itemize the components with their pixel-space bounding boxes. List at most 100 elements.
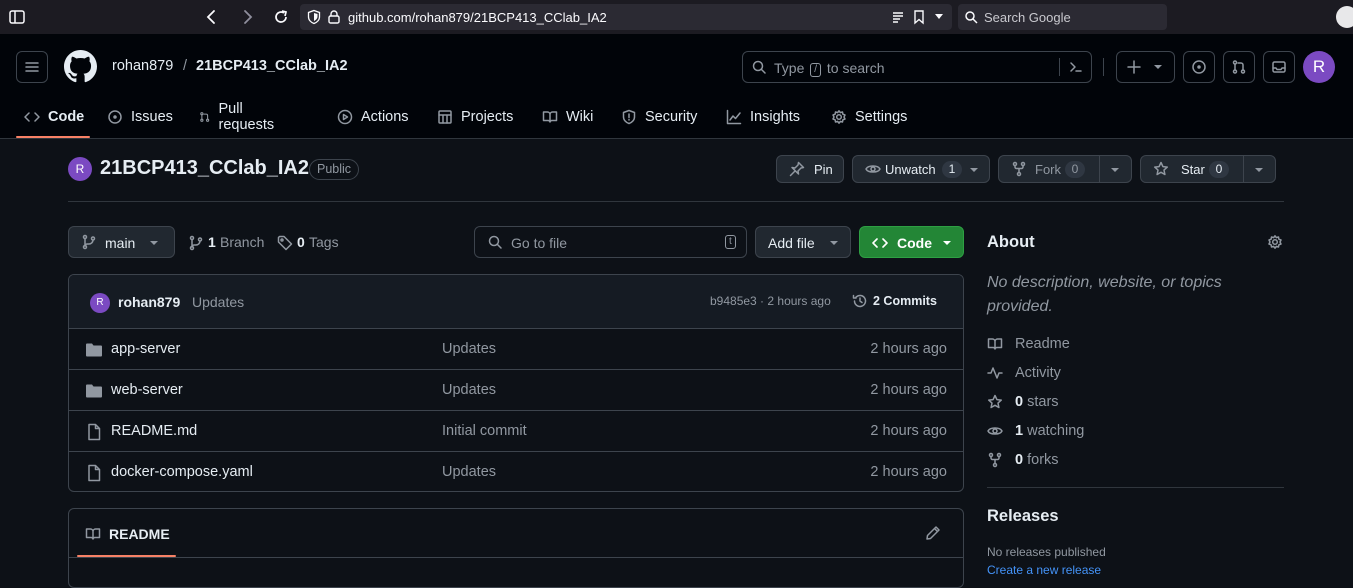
readme-link-label: Readme [1015,336,1070,352]
file-commit-message[interactable]: Updates [442,464,496,480]
repo-owner-avatar[interactable]: R [68,157,92,181]
command-palette-icon[interactable] [1068,59,1084,75]
star-button[interactable]: Star 0 [1140,155,1276,183]
add-file-button[interactable]: Add file [755,226,851,258]
inbox-button[interactable] [1263,51,1295,83]
releases-heading[interactable]: Releases [987,507,1059,526]
branch-selector[interactable]: main [68,226,175,258]
file-row[interactable]: docker-compose.yaml Updates 2 hours ago [69,452,963,491]
github-logo-icon[interactable] [64,50,97,83]
readme-tab-underline [77,555,176,557]
browser-search-box[interactable]: Search Google [958,4,1167,30]
watch-count: 1 [942,161,962,178]
file-icon [88,423,101,441]
tab-wiki[interactable]: Wiki [542,95,593,139]
tab-security-label: Security [645,109,698,125]
file-commit-message[interactable]: Initial commit [442,423,527,439]
dropdown-arrow-icon[interactable] [934,13,944,21]
pull-request-icon [200,112,210,122]
file-name[interactable]: web-server [111,382,183,398]
go-to-file-shortcut: t [725,235,736,249]
forks-count: 0 [1015,452,1024,468]
back-icon[interactable] [203,8,221,26]
no-releases-text: No releases published [987,545,1106,559]
breadcrumb-repo[interactable]: 21BCP413_CClab_IA2 [196,58,348,74]
file-name[interactable]: app-server [111,341,180,357]
file-name[interactable]: README.md [111,423,197,439]
pin-button[interactable]: Pin [776,155,844,183]
tab-settings[interactable]: Settings [831,95,907,139]
file-commit-message[interactable]: Updates [442,382,496,398]
repo-title[interactable]: 21BCP413_CClab_IA2 [100,157,309,180]
watching-text: 1 watching [1015,423,1084,439]
about-description: No description, website, or topics provi… [987,274,1222,315]
active-tab-indicator [16,136,90,138]
pencil-icon[interactable] [925,525,941,541]
unwatch-button[interactable]: Unwatch 1 [852,155,990,183]
create-new-button[interactable] [1116,51,1175,83]
address-bar[interactable]: github.com/rohan879/21BCP413_CClab_IA2 [300,4,952,30]
file-row[interactable]: app-server Updates 2 hours ago [69,329,963,370]
branch-icon [189,235,203,251]
go-to-file-input[interactable]: Go to file t [474,226,747,258]
chevron-down-icon[interactable] [969,167,979,173]
shield-icon[interactable] [306,9,322,25]
file-icon [88,464,101,482]
sidebar-toggle-icon[interactable] [8,8,26,26]
inbox-icon [1272,61,1286,73]
fork-count: 0 [1065,161,1085,178]
create-release-link[interactable]: Create a new release [987,563,1101,577]
chevron-down-icon[interactable] [1254,167,1264,173]
bookmark-icon[interactable] [912,9,926,25]
gear-icon[interactable] [1267,234,1283,250]
table-icon [438,110,452,124]
pin-label: Pin [814,162,833,177]
file-time: 2 hours ago [870,423,947,439]
book-icon [987,338,1003,350]
readme-tab[interactable]: README [77,509,176,558]
tab-actions[interactable]: Actions [337,95,409,139]
tab-pull-requests[interactable]: Pull requests [199,95,279,139]
browser-profile-avatar[interactable] [1336,6,1353,28]
user-avatar[interactable]: R [1303,51,1335,83]
issues-button[interactable] [1183,51,1215,83]
tab-insights[interactable]: Insights [726,95,800,139]
pull-requests-button[interactable] [1223,51,1255,83]
tab-issues[interactable]: Issues [107,95,173,139]
sidebar-divider [987,487,1284,488]
lock-icon[interactable] [326,9,342,25]
pin-icon [789,161,805,177]
reload-icon[interactable] [272,8,290,26]
forks-text: 0 forks [1015,452,1059,468]
visibility-badge: Public [309,159,360,180]
commits-count-label: 2 Commits [873,294,937,308]
github-header: rohan879 / 21BCP413_CClab_IA2 Type / to … [0,34,1353,139]
star-label: Star [1181,162,1205,177]
fork-label: Fork [1035,162,1061,177]
shield-icon [622,109,636,125]
readme-header: README [69,509,963,558]
tab-security[interactable]: Security [621,95,697,139]
breadcrumb-owner[interactable]: rohan879 [112,58,173,74]
chevron-down-icon [1154,65,1162,69]
menu-button[interactable] [16,51,48,83]
file-commit-message[interactable]: Updates [442,341,496,357]
tab-pull-requests-label: Pull requests [218,101,275,133]
tab-code[interactable]: Code [24,95,84,139]
fork-button[interactable]: Fork 0 [998,155,1132,183]
search-input[interactable]: Type / to search [742,51,1092,83]
file-row[interactable]: web-server Updates 2 hours ago [69,370,963,411]
url-text[interactable]: github.com/rohan879/21BCP413_CClab_IA2 [348,10,607,25]
file-name[interactable]: docker-compose.yaml [111,464,253,480]
forward-icon[interactable] [238,8,256,26]
commit-author[interactable]: rohan879 [118,294,180,310]
commit-message[interactable]: Updates [192,294,244,310]
chevron-down-icon[interactable] [1110,167,1120,173]
tab-projects[interactable]: Projects [437,95,513,139]
reader-view-icon[interactable] [891,10,905,24]
star-count: 0 [1209,161,1229,178]
code-button[interactable]: Code [859,226,964,258]
file-row[interactable]: README.md Initial commit 2 hours ago [69,411,963,452]
commit-author-avatar[interactable]: R [90,293,110,313]
commit-hash-time[interactable]: b9485e3 · 2 hours ago [710,294,831,308]
